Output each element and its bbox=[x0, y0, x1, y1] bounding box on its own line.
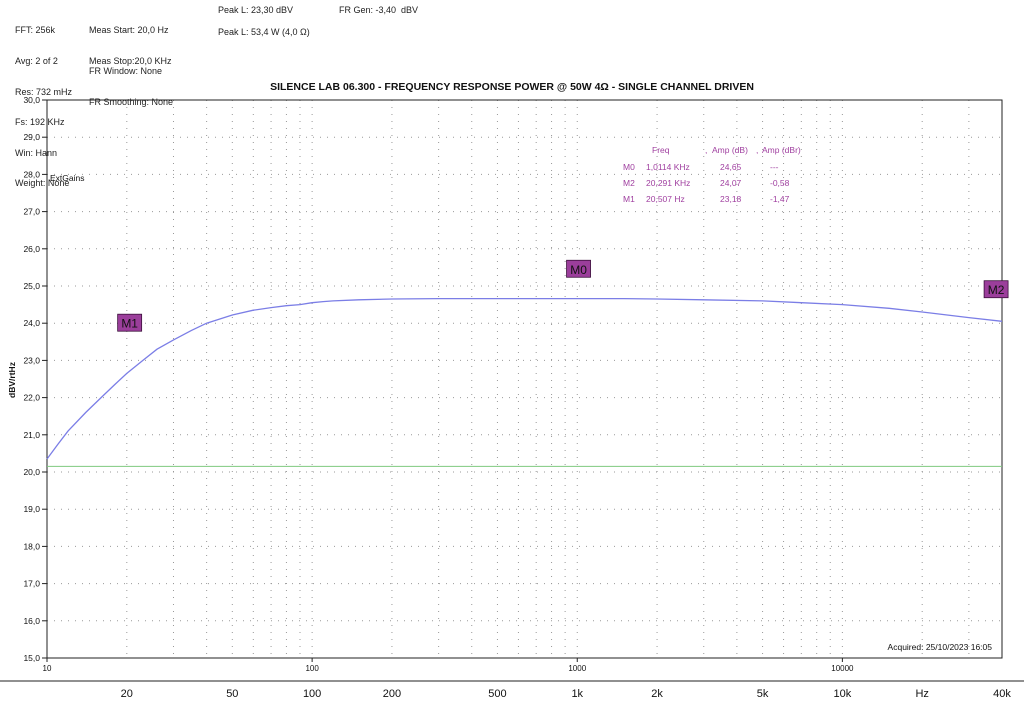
x-tick-label-outer: Hz bbox=[915, 688, 928, 700]
y-tick-label: 17,0 bbox=[23, 579, 40, 589]
marker-table-cell: 20,291 KHz bbox=[646, 178, 690, 188]
x-tick-label-outer: 500 bbox=[488, 688, 506, 700]
acquired-annotation: Acquired: 25/10/2023 16:05 bbox=[888, 642, 993, 652]
marker-table-header: Freq bbox=[652, 145, 670, 155]
y-tick-label: 30,0 bbox=[23, 95, 40, 105]
marker-table-cell: --- bbox=[770, 162, 779, 172]
y-tick-label: 15,0 bbox=[23, 653, 40, 663]
x-tick-label-outer: 100 bbox=[303, 688, 321, 700]
x-tick-label-outer: 5k bbox=[757, 688, 769, 700]
x-tick-label-outer: 1k bbox=[571, 688, 583, 700]
x-tick-label-inner: 1000 bbox=[568, 664, 586, 673]
marker-table-cell: -0,58 bbox=[770, 178, 790, 188]
grid-layer bbox=[47, 100, 1002, 658]
marker-label-m0: M0 bbox=[570, 263, 587, 277]
marker-table-header: Amp (dB) bbox=[712, 145, 748, 155]
y-tick-label: 16,0 bbox=[23, 616, 40, 626]
marker-table-cell: 20,507 Hz bbox=[646, 194, 685, 204]
y-tick-label: 24,0 bbox=[23, 318, 40, 328]
x-tick-label-outer: 20 bbox=[121, 688, 133, 700]
marker-table-separator: , bbox=[756, 145, 758, 155]
marker-table-cell: 24,07 bbox=[720, 178, 742, 188]
y-tick-label: 27,0 bbox=[23, 207, 40, 217]
plot-frame bbox=[46, 99, 1003, 659]
x-tick-label-inner: 10 bbox=[43, 664, 52, 673]
marker-table-cell: -1,47 bbox=[770, 194, 790, 204]
y-tick-label: 26,0 bbox=[23, 244, 40, 254]
marker-table-cell: 23,18 bbox=[720, 194, 742, 204]
y-tick-label: 21,0 bbox=[23, 430, 40, 440]
x-tick-label-outer: 200 bbox=[383, 688, 401, 700]
marker-table-cell: 24,65 bbox=[720, 162, 742, 172]
marker-table-separator: , bbox=[705, 145, 707, 155]
y-tick-label: 23,0 bbox=[23, 355, 40, 365]
x-tick-label-outer: 2k bbox=[651, 688, 663, 700]
x-tick-label-inner: 100 bbox=[305, 664, 319, 673]
response-curve bbox=[46, 297, 1003, 460]
series-layer bbox=[46, 297, 1003, 467]
y-tick-label: 20,0 bbox=[23, 467, 40, 477]
y-tick-label: 29,0 bbox=[23, 132, 40, 142]
marker-table-header: Amp (dBr) bbox=[762, 145, 801, 155]
x-tick-label-inner: 10000 bbox=[831, 664, 854, 673]
x-tick-label-outer: 50 bbox=[226, 688, 238, 700]
marker-label-m1: M1 bbox=[121, 317, 138, 331]
y-tick-label: 25,0 bbox=[23, 281, 40, 291]
y-tick-label: 28,0 bbox=[23, 169, 40, 179]
y-tick-label: 18,0 bbox=[23, 541, 40, 551]
y-tick-label: 22,0 bbox=[23, 393, 40, 403]
y-tick-label: 19,0 bbox=[23, 504, 40, 514]
marker-table-cell: M0 bbox=[623, 162, 635, 172]
y-axis-label: dBV/rtHz bbox=[7, 362, 17, 398]
frequency-response-chart: SILENCE LAB 06.300 - FREQUENCY RESPONSE … bbox=[0, 81, 1024, 700]
marker-table-cell: M2 bbox=[623, 178, 635, 188]
marker-table-cell: M1 bbox=[623, 194, 635, 204]
marker-layer: M0 M1 M2 bbox=[117, 259, 1009, 332]
axis-layer: 15,0 16,0 17,0 18,0 19,0 20,0 21,0 22,0 23,0 24,0… bbox=[0, 95, 1024, 700]
chart-title: SILENCE LAB 06.300 - FREQUENCY RESPONSE … bbox=[270, 81, 754, 93]
marker-label-m2: M2 bbox=[988, 283, 1005, 297]
x-tick-label-outer: 40k bbox=[993, 688, 1011, 700]
ext-gains-annotation: ExtGains bbox=[50, 173, 85, 183]
marker-table-cell: 1,0114 KHz bbox=[646, 162, 690, 172]
x-tick-label-outer: 10k bbox=[834, 688, 852, 700]
